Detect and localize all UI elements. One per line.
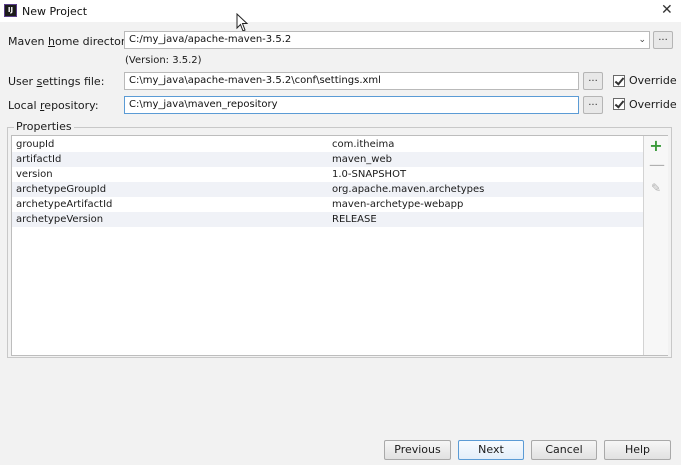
user-settings-override-label: Override	[629, 74, 677, 87]
local-repository-label: Local repository:	[8, 99, 99, 112]
remove-icon[interactable]: —	[649, 157, 665, 173]
property-key: artifactId	[16, 154, 62, 165]
properties-table-area[interactable]: groupId com.itheima artifactId maven_web…	[12, 136, 643, 355]
local-repository-override-checkbox[interactable]	[613, 98, 625, 110]
table-row[interactable]: archetypeArtifactId maven-archetype-weba…	[12, 197, 643, 212]
user-settings-field[interactable]: C:\my_java\apache-maven-3.5.2\conf\setti…	[124, 72, 579, 90]
user-settings-browse-button[interactable]: ...	[583, 72, 603, 90]
user-settings-label: User settings file:	[8, 75, 105, 88]
intellij-app-icon: IJ	[4, 4, 17, 17]
properties-table: groupId com.itheima artifactId maven_web…	[11, 135, 668, 356]
property-value: maven-archetype-webapp	[332, 199, 464, 210]
window-title: New Project	[22, 5, 88, 18]
close-icon[interactable]: ✕	[661, 3, 673, 17]
property-key: archetypeGroupId	[16, 184, 107, 195]
property-key: version	[16, 169, 53, 180]
maven-home-label: Maven home directory:	[8, 35, 135, 48]
user-settings-override-checkbox[interactable]	[613, 75, 625, 87]
mouse-cursor-icon	[236, 13, 249, 32]
edit-icon[interactable]: ✎	[649, 181, 663, 195]
previous-button[interactable]: Previous	[384, 440, 451, 460]
maven-version-text: (Version: 3.5.2)	[125, 55, 202, 66]
property-value: 1.0-SNAPSHOT	[332, 169, 407, 180]
help-button[interactable]: Help	[604, 440, 671, 460]
property-key: archetypeVersion	[16, 214, 104, 225]
next-button[interactable]: Next	[458, 440, 524, 460]
add-icon[interactable]: +	[649, 138, 663, 154]
user-settings-value: C:\my_java\apache-maven-3.5.2\conf\setti…	[129, 75, 381, 86]
properties-toolbar: + — ✎	[643, 136, 668, 355]
property-value: maven_web	[332, 154, 392, 165]
chevron-down-icon[interactable]: ⌄	[638, 32, 646, 48]
local-repository-override-label: Override	[629, 98, 677, 111]
table-row[interactable]: artifactId maven_web	[12, 152, 643, 167]
maven-home-combo[interactable]: C:/my_java/apache-maven-3.5.2 ⌄	[124, 31, 650, 49]
properties-title: Properties	[14, 120, 74, 133]
table-row[interactable]: archetypeGroupId org.apache.maven.archet…	[12, 182, 643, 197]
maven-home-browse-button[interactable]: ...	[653, 31, 673, 49]
table-row[interactable]: archetypeVersion RELEASE	[12, 212, 643, 227]
property-key: archetypeArtifactId	[16, 199, 113, 210]
cancel-button[interactable]: Cancel	[531, 440, 597, 460]
table-row[interactable]: groupId com.itheima	[12, 137, 643, 152]
property-value: org.apache.maven.archetypes	[332, 184, 485, 195]
title-bar: IJ New Project ✕	[0, 0, 681, 22]
property-value: RELEASE	[332, 214, 377, 225]
maven-home-value: C:/my_java/apache-maven-3.5.2	[129, 34, 292, 45]
property-key: groupId	[16, 139, 55, 150]
local-repository-value: C:\my_java\maven_repository	[129, 99, 278, 110]
local-repository-browse-button[interactable]: ...	[583, 96, 603, 114]
local-repository-field[interactable]: C:\my_java\maven_repository	[124, 96, 579, 114]
table-row[interactable]: version 1.0-SNAPSHOT	[12, 167, 643, 182]
property-value: com.itheima	[332, 139, 395, 150]
